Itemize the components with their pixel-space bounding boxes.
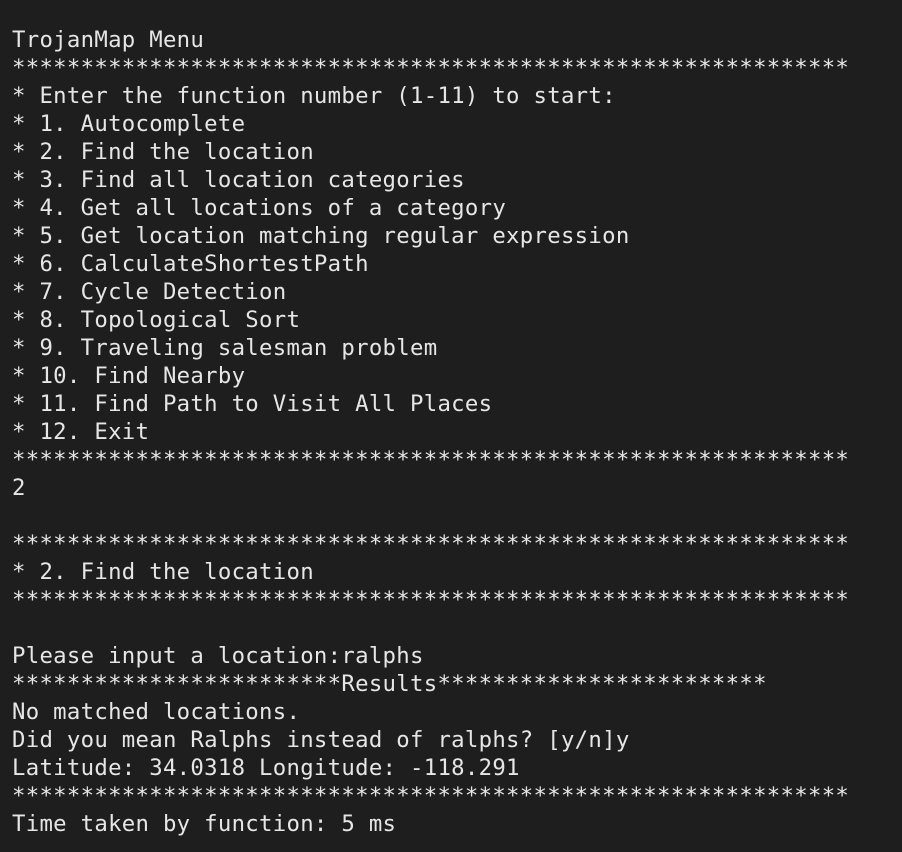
menu-item-locations-of-category: * 4. Get all locations of a category <box>12 195 507 221</box>
separator-line: ****************************************… <box>12 447 850 473</box>
time-taken: Time taken by function: 5 ms <box>12 811 397 837</box>
separator-line: ****************************************… <box>12 587 850 613</box>
separator-line: ****************************************… <box>12 783 850 809</box>
separator-line: ****************************************… <box>12 55 850 81</box>
suggestion-line: Did you mean Ralphs instead of ralphs? [… <box>12 726 892 754</box>
menu-prompt: * Enter the function number (1-11) to st… <box>12 83 616 109</box>
menu-item-shortest-path: * 6. CalculateShortestPath <box>12 251 369 277</box>
location-input-value[interactable]: ralphs <box>341 643 423 669</box>
menu-title: TrojanMap Menu <box>12 27 205 53</box>
separator-line: ****************************************… <box>12 531 850 557</box>
terminal-output[interactable]: TrojanMap Menu *************************… <box>12 26 892 838</box>
menu-item-visit-all-places: * 11. Find Path to Visit All Places <box>12 391 493 417</box>
menu-item-autocomplete: * 1. Autocomplete <box>12 111 246 137</box>
results-separator: ************************Results*********… <box>12 671 767 697</box>
menu-item-find-categories: * 3. Find all location categories <box>12 167 465 193</box>
menu-item-exit: * 12. Exit <box>12 419 150 445</box>
suggestion-question: Did you mean Ralphs instead of ralphs? [… <box>12 727 616 753</box>
menu-item-cycle-detection: * 7. Cycle Detection <box>12 279 287 305</box>
menu-item-topological-sort: * 8. Topological Sort <box>12 307 301 333</box>
location-input-line: Please input a location:ralphs <box>12 642 892 670</box>
menu-item-find-location: * 2. Find the location <box>12 139 314 165</box>
location-input-prompt: Please input a location: <box>12 643 342 669</box>
section-header: * 2. Find the location <box>12 559 314 585</box>
menu-item-regex: * 5. Get location matching regular expre… <box>12 223 630 249</box>
suggestion-answer[interactable]: y <box>616 727 630 753</box>
no-match-message: No matched locations. <box>12 699 301 725</box>
user-choice-input[interactable]: 2 <box>12 474 892 502</box>
menu-item-find-nearby: * 10. Find Nearby <box>12 363 246 389</box>
menu-item-tsp: * 9. Traveling salesman problem <box>12 335 438 361</box>
coordinates-output: Latitude: 34.0318 Longitude: -118.291 <box>12 755 520 781</box>
